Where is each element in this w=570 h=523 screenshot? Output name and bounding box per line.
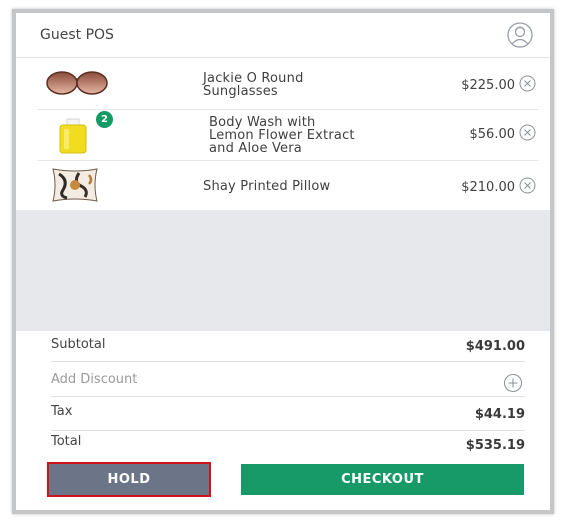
total-row: Total $535.19 xyxy=(51,430,525,460)
cart-item-price: $225.00 xyxy=(461,78,515,93)
subtotal-label: Subtotal xyxy=(51,337,106,352)
cart-item-price: $210.00 xyxy=(461,180,515,195)
user-circle-icon[interactable] xyxy=(505,22,535,48)
total-value: $535.19 xyxy=(465,438,525,453)
add-discount-icon[interactable] xyxy=(503,373,523,393)
subtotal-row: Subtotal $491.00 xyxy=(51,331,525,362)
total-label: Total xyxy=(51,434,82,449)
discount-row[interactable]: Add Discount xyxy=(51,366,525,397)
cart-item[interactable]: Shay Printed Pillow $210.00 xyxy=(37,160,539,211)
pos-window: Guest POS Jackie O Round Sunglasses $225… xyxy=(12,9,554,514)
remove-item-icon[interactable] xyxy=(519,124,536,141)
remove-item-icon[interactable] xyxy=(519,75,536,92)
printed-pillow-thumbnail xyxy=(52,168,98,202)
remove-item-icon[interactable] xyxy=(519,177,536,194)
hold-button[interactable]: HOLD xyxy=(47,462,211,497)
tax-value: $44.19 xyxy=(474,407,525,422)
cart-item-name: Body Wash with Lemon Flower Extract and … xyxy=(209,116,355,155)
cart-item[interactable]: 2 Body Wash with Lemon Flower Extract an… xyxy=(37,109,539,161)
subtotal-value: $491.00 xyxy=(465,339,525,354)
checkout-button[interactable]: CHECKOUT xyxy=(241,464,524,495)
cart-empty-area xyxy=(16,210,550,331)
tax-label: Tax xyxy=(51,404,73,419)
cart-panel: Guest POS Jackie O Round Sunglasses $225… xyxy=(16,13,550,510)
body-wash-thumbnail xyxy=(59,118,87,154)
quantity-badge: 2 xyxy=(96,111,113,128)
add-discount-label[interactable]: Add Discount xyxy=(51,372,137,387)
page-title: Guest POS xyxy=(40,27,114,43)
cart-item[interactable]: Jackie O Round Sunglasses $225.00 xyxy=(37,58,539,110)
item-name-line: and Aloe Vera xyxy=(209,141,302,156)
sunglasses-thumbnail xyxy=(46,71,108,95)
cart-item-name: Shay Printed Pillow xyxy=(203,179,331,194)
cart-header: Guest POS xyxy=(16,13,550,58)
cart-item-price: $56.00 xyxy=(469,127,516,142)
cart-item-name: Jackie O Round Sunglasses xyxy=(203,72,304,98)
item-name-line: Sunglasses xyxy=(203,84,278,99)
tax-row: Tax $44.19 xyxy=(51,400,525,431)
